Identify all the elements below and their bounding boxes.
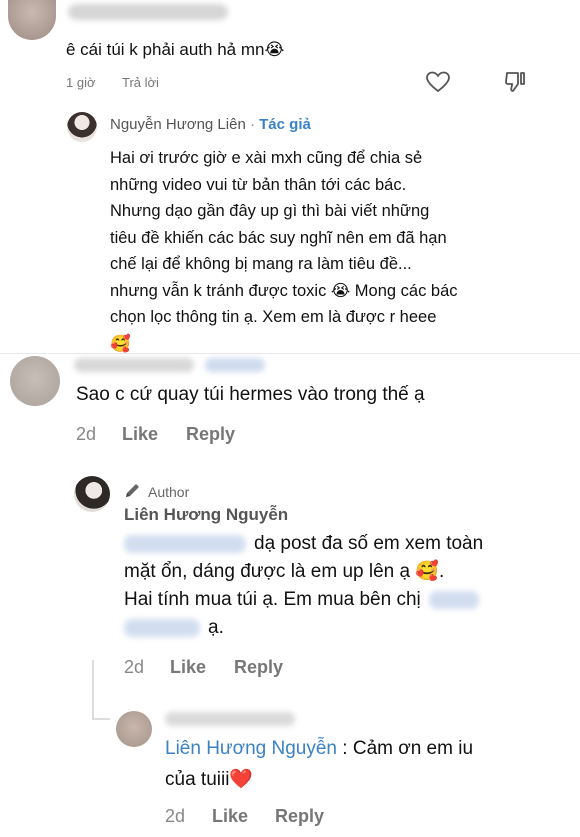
comment-text: ê cái túi k phải auth hả mn😭	[66, 40, 285, 59]
dislike-icon[interactable]	[502, 69, 528, 95]
reply-text: dạ post đa số em xem toàn mặt ổn, dáng đ…	[124, 530, 544, 642]
reply-line: tiêu đề khiến các bác suy nghĩ nên em đã…	[110, 228, 447, 247]
reply-author-name[interactable]: Nguyễn Hương Liên	[110, 116, 246, 133]
reply-link[interactable]: Trả lời	[122, 75, 159, 90]
commenter-avatar[interactable]	[10, 356, 60, 406]
author-badge: Tác giả	[259, 116, 311, 133]
reply-line-text: Hai tính mua túi ạ. Em mua bên chị	[124, 589, 421, 610]
reply-author-name[interactable]: Liên Hương Nguyễn	[124, 505, 288, 525]
comment-time: 1 giờ	[66, 75, 96, 90]
like-button[interactable]: Like	[170, 657, 206, 678]
reply-line: những video vui từ bản thân tới các bác.	[110, 175, 407, 194]
pencil-icon	[124, 481, 142, 502]
shop-name-redacted	[124, 619, 200, 637]
comment-time: 2d	[76, 424, 97, 444]
commenter-avatar[interactable]	[8, 0, 56, 40]
reply-line-text: ạ.	[208, 617, 224, 638]
reply-line: Hai tính mua túi ạ. Em mua bên chị	[124, 586, 544, 614]
mention-link[interactable]: Liên Hương Nguyễn	[165, 738, 337, 759]
reply-button[interactable]: Reply	[186, 424, 235, 445]
thread-line	[92, 718, 110, 720]
author-tag-label: Author	[148, 483, 190, 500]
reply-button[interactable]: Reply	[234, 657, 283, 678]
reply-line: Nhưng dạo gần đây up gì thì bài viết nhữ…	[110, 202, 430, 220]
reply-text: Hai ơi trước giờ e xài mxh cũng để chia …	[110, 145, 540, 357]
reply-author-line: Nguyễn Hương Liên · Tác giả	[110, 116, 311, 133]
commenter-name-redacted	[68, 4, 228, 20]
mention-redacted	[124, 535, 246, 553]
reply-line: mặt ổn, dáng được là em up lên ạ 🥰.	[124, 561, 445, 582]
commenter-name-redacted	[205, 358, 265, 372]
thread-line	[92, 660, 94, 720]
reply-line: chọn lọc thông tin ạ. Xem em là được r h…	[110, 308, 437, 326]
comment-text: Sao c cứ quay túi hermes vào trong thế ạ	[76, 384, 425, 405]
author-avatar[interactable]	[74, 476, 110, 512]
commenter-name-redacted	[165, 712, 295, 726]
reply-line: của tuiii❤️	[165, 769, 254, 790]
commenter-avatar[interactable]	[116, 711, 152, 747]
divider	[0, 353, 580, 354]
reply-line-text: : Cảm ơn em iu	[337, 738, 474, 759]
reply-line: chế lại để không bị mang ra làm tiêu đề.…	[110, 255, 412, 273]
author-avatar[interactable]	[67, 112, 97, 142]
reply-text: Liên Hương Nguyễn : Cảm ơn em iu	[165, 738, 473, 760]
reply-line: Hai ơi trước giờ e xài mxh cũng để chia …	[110, 149, 423, 167]
reply-line: ạ.	[124, 614, 544, 642]
reply-time: 2d	[124, 657, 145, 677]
separator: ·	[249, 116, 255, 133]
reply-line: nhưng vẫn k tránh được toxic 😭 Mong các …	[110, 281, 458, 300]
reply-time: 2d	[165, 806, 186, 826]
author-tag: Author	[124, 481, 189, 502]
shop-name-redacted	[428, 591, 479, 609]
like-button[interactable]: Like	[212, 806, 248, 827]
reply-line: dạ post đa số em xem toàn	[124, 530, 544, 558]
reply-button[interactable]: Reply	[275, 806, 324, 827]
commenter-name-redacted	[74, 358, 194, 372]
like-heart-icon[interactable]	[425, 69, 451, 95]
like-button[interactable]: Like	[122, 424, 158, 445]
reply-line-text: dạ post đa số em xem toàn	[254, 533, 484, 554]
